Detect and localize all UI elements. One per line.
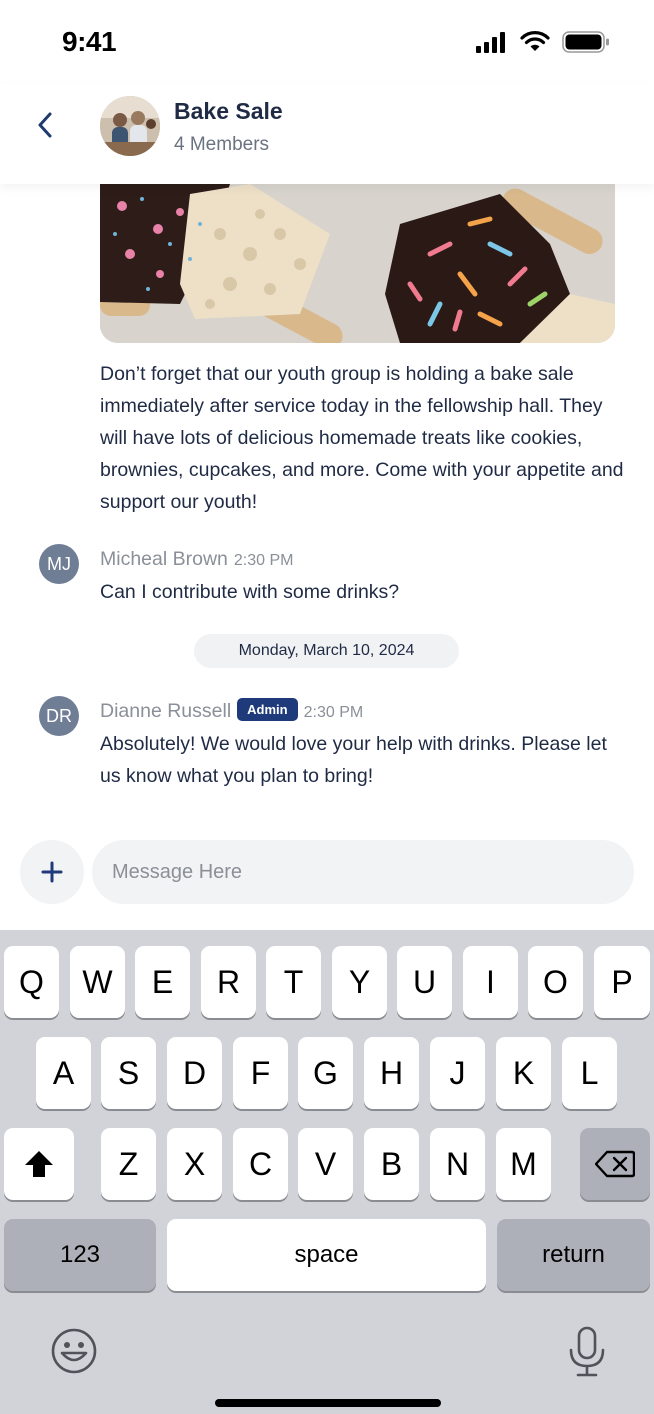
key-t[interactable]: T — [266, 946, 321, 1018]
back-button[interactable] — [28, 108, 62, 142]
message-text: Absolutely! We would love your help with… — [100, 733, 607, 787]
keyboard: Q W E R T Y U I O P A S D F G H J K L Z … — [0, 930, 654, 1414]
space-key[interactable]: space — [167, 1219, 486, 1291]
key-r[interactable]: R — [201, 946, 256, 1018]
group-title[interactable]: Bake Sale — [174, 98, 283, 125]
emoji-button[interactable] — [50, 1327, 98, 1375]
message-text: Can I contribute with some drinks? — [100, 581, 400, 603]
sender-name-text: Micheal Brown — [100, 548, 228, 570]
key-g[interactable]: G — [298, 1037, 353, 1109]
wifi-icon — [520, 31, 550, 51]
shift-icon — [25, 1151, 53, 1177]
post-image[interactable] — [100, 184, 615, 343]
return-key[interactable]: return — [497, 1219, 650, 1291]
key-l[interactable]: L — [562, 1037, 617, 1109]
key-i[interactable]: I — [463, 946, 518, 1018]
message-input[interactable] — [92, 840, 634, 904]
key-z[interactable]: Z — [101, 1128, 156, 1200]
post-text: Don’t forget that our youth group is hol… — [100, 363, 624, 513]
add-attachment-button[interactable] — [20, 840, 84, 904]
emoji-icon — [51, 1328, 97, 1374]
bake-sale-treats-image — [100, 184, 615, 343]
key-y[interactable]: Y — [332, 946, 387, 1018]
key-f[interactable]: F — [233, 1037, 288, 1109]
key-h[interactable]: H — [364, 1037, 419, 1109]
status-bar: 9:41 — [0, 0, 654, 84]
message-time: 2:30 PM — [303, 704, 364, 721]
chevron-left-icon — [38, 112, 52, 138]
key-e[interactable]: E — [135, 946, 190, 1018]
key-k[interactable]: K — [496, 1037, 551, 1109]
avatar[interactable]: DR — [39, 696, 79, 736]
message-composer — [0, 824, 654, 930]
status-time: 9:41 — [62, 26, 117, 57]
backspace-icon — [595, 1150, 635, 1178]
key-q[interactable]: Q — [4, 946, 59, 1018]
key-x[interactable]: X — [167, 1128, 222, 1200]
home-indicator — [215, 1399, 441, 1407]
chat-header: Bake Sale 4 Members — [0, 84, 654, 184]
member-count[interactable]: 4 Members — [174, 134, 269, 156]
signal-icon — [476, 32, 505, 53]
key-a[interactable]: A — [36, 1037, 91, 1109]
key-j[interactable]: J — [430, 1037, 485, 1109]
dictation-button[interactable] — [566, 1326, 608, 1378]
key-n[interactable]: N — [430, 1128, 485, 1200]
date-separator: Monday, March 10, 2024 — [194, 634, 459, 668]
key-b[interactable]: B — [364, 1128, 419, 1200]
sender-name: Micheal Brown 2:30 PM — [100, 548, 293, 571]
key-c[interactable]: C — [233, 1128, 288, 1200]
shift-key[interactable] — [4, 1128, 74, 1200]
sender-name-text: Dianne Russell — [100, 700, 232, 722]
key-o[interactable]: O — [528, 946, 583, 1018]
group-photo-image — [100, 96, 160, 156]
avatar[interactable]: MJ — [39, 544, 79, 584]
admin-badge: Admin — [237, 698, 298, 721]
status-icons — [476, 30, 610, 54]
delete-key[interactable] — [580, 1128, 650, 1200]
key-u[interactable]: U — [397, 946, 452, 1018]
key-d[interactable]: D — [167, 1037, 222, 1109]
key-s[interactable]: S — [101, 1037, 156, 1109]
group-avatar[interactable] — [100, 96, 160, 156]
battery-icon — [562, 31, 609, 53]
sender-name: Dianne Russell Admin 2:30 PM — [100, 698, 363, 723]
plus-icon — [41, 861, 63, 883]
key-v[interactable]: V — [298, 1128, 353, 1200]
key-m[interactable]: M — [496, 1128, 551, 1200]
message-time: 2:30 PM — [233, 552, 294, 569]
message-feed[interactable]: Don’t forget that our youth group is hol… — [0, 184, 654, 824]
key-p[interactable]: P — [594, 946, 650, 1018]
microphone-icon — [569, 1326, 605, 1377]
key-w[interactable]: W — [70, 946, 125, 1018]
numbers-key[interactable]: 123 — [4, 1219, 156, 1291]
